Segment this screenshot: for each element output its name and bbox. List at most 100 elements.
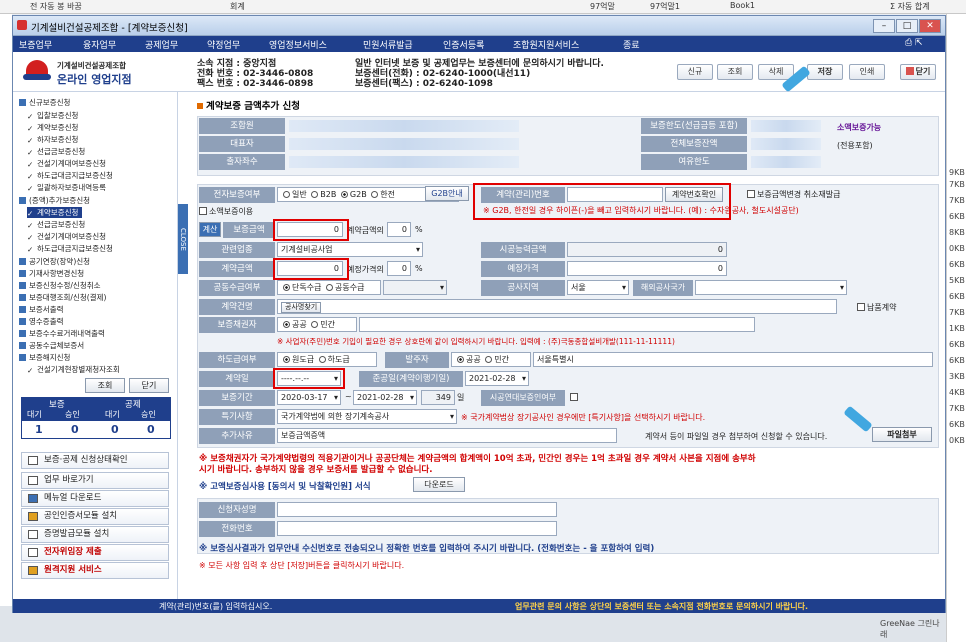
link-status-check[interactable]: 보증·공제 신청상태확인 [21, 452, 169, 469]
period-from-input[interactable]: 2020-03-17 [277, 390, 341, 405]
app-window: 기계설비건설공제조합 - [계약보증신청] – □ ✕ 보증업무 융자업무 공제… [12, 15, 946, 613]
applicant-input[interactable] [277, 502, 557, 517]
link-manual[interactable]: 메뉴얼 다운로드 [21, 490, 169, 507]
link-shortcut[interactable]: 업무 바로가기 [21, 472, 169, 489]
total-redacted [751, 138, 821, 150]
radio-orderer-public[interactable] [457, 356, 464, 363]
radio-orderer-private[interactable] [485, 356, 493, 363]
reason-input[interactable]: 보증금액증액 [277, 428, 617, 443]
radio-b2b[interactable] [311, 191, 319, 198]
phone-input[interactable] [277, 521, 557, 536]
sidebar-item[interactable]: ✓ 일괄하자보증내역등록 [27, 182, 106, 193]
minimize-icon[interactable]: – [873, 19, 895, 33]
search-button[interactable]: 조회 [717, 64, 753, 80]
sidebar-close-tab[interactable]: CLOSE [178, 204, 188, 274]
completion-input[interactable]: 2021-02-28 [465, 371, 529, 386]
sidebar-item[interactable]: (증액)추가보증신청 [19, 195, 90, 206]
menu-loan[interactable]: 융자업무 [83, 38, 116, 51]
cancel-change-option[interactable]: 보증금액변경 취소재발급 [747, 189, 841, 200]
sidebar-item[interactable]: 공기연장(장약)신청 [19, 256, 90, 267]
menu-mutual[interactable]: 공제업무 [145, 38, 178, 51]
window-titlebar[interactable]: 기계설비건설공제조합 - [계약보증신청] – □ ✕ [13, 16, 945, 36]
sidebar-item[interactable]: ✓ 선급금보증신청 [27, 219, 85, 230]
sidebar-item[interactable]: 보증서출력 [19, 304, 64, 315]
link-cert-module[interactable]: 공인인증서모듈 설치 [21, 508, 169, 525]
radio-single[interactable] [283, 284, 290, 291]
menu-cert[interactable]: 인증서등록 [443, 38, 484, 51]
sidebar-close-button[interactable]: 닫기 [129, 378, 169, 393]
est-price-input[interactable]: 0 [567, 261, 727, 276]
menu-civil[interactable]: 민원서류발급 [363, 38, 413, 51]
sidebar-item[interactable]: 보증대행조회/신청(결제) [19, 292, 106, 303]
overseas-select[interactable] [695, 280, 847, 295]
small-guarantee-checkbox[interactable] [199, 207, 207, 215]
sync-checkbox[interactable] [570, 393, 580, 403]
sidebar-item[interactable]: ✓ 건설기계대여보증신청 [27, 231, 106, 242]
small-guarantee-option[interactable]: 소액보증이용 [199, 206, 253, 217]
print-button[interactable]: 인쇄 [849, 64, 885, 80]
save-button[interactable]: 저장 [807, 64, 843, 80]
link-proof-module[interactable]: 증명발급모듈 설치 [21, 526, 169, 543]
sidebar-item[interactable]: 보증수수료거래내역출력 [19, 328, 105, 339]
joint-select[interactable] [383, 280, 447, 295]
radio-joint[interactable] [326, 284, 333, 291]
site-select[interactable]: 서울 [567, 280, 629, 295]
menu-exit[interactable]: 종료 [623, 38, 640, 51]
link-remote-support[interactable]: 원격지원 서비스 [21, 562, 169, 579]
menu-agreement[interactable]: 약정업무 [207, 38, 240, 51]
est-price-label: 예정가격 [481, 261, 565, 277]
contract-name-label: 계약건명 [199, 299, 275, 315]
period-to-input[interactable]: 2021-02-28 [353, 390, 417, 405]
ratio-input[interactable]: 0 [387, 222, 411, 237]
sidebar-item-active[interactable]: ✓ 계약보증신청 [27, 207, 83, 218]
delivery-option[interactable]: 납품계약 [857, 302, 896, 313]
sidebar-item[interactable]: 공동수급체보증서 [19, 340, 84, 351]
sidebar-item[interactable]: ✓ 선급금보증신청 [27, 146, 85, 157]
sidebar-search-button[interactable]: 조회 [85, 378, 125, 393]
cancel-change-checkbox[interactable] [747, 190, 755, 198]
size-label: 0KB [949, 436, 965, 445]
contract-name-find-button[interactable]: 공사명찾기 [281, 302, 322, 313]
menu-member[interactable]: 조합원지원서비스 [513, 38, 579, 51]
sidebar-item[interactable]: 신규보증신청 [19, 97, 70, 108]
est-ratio-input[interactable]: 0 [387, 261, 411, 276]
sidebar-item[interactable]: 영수증출력 [19, 316, 64, 327]
sidebar-item[interactable]: ✓ 하자보증신청 [27, 134, 78, 145]
download-button[interactable]: 다운로드 [413, 477, 465, 492]
close-button[interactable]: 닫기 [900, 64, 936, 80]
contract-name-input[interactable]: 공사명찾기 [277, 299, 837, 314]
menu-guarantee[interactable]: 보증업무 [19, 38, 52, 51]
obligee-input[interactable] [359, 317, 755, 332]
radio-private[interactable] [311, 321, 319, 328]
radio-general[interactable] [283, 191, 290, 198]
special-select[interactable]: 국가계약법에 의한 장기계속공사 [277, 409, 457, 424]
bg-text: 전 자동 봉 바꿈 [30, 2, 82, 11]
sidebar-item[interactable]: ✓ 계약보증신청 [27, 122, 78, 133]
sidebar-item[interactable]: 기재사항변경신청 [19, 268, 84, 279]
g2b-guide-button[interactable]: G2B안내 [425, 186, 469, 201]
calc-button[interactable]: 계산 [199, 222, 221, 237]
menu-info[interactable]: 영업정보서비스 [269, 38, 327, 51]
sidebar-item[interactable]: ✓ 입찰보증신청 [27, 110, 78, 121]
print-icon[interactable]: ⎙ ⇱ [905, 38, 923, 48]
radio-public[interactable] [283, 321, 290, 328]
sidebar-item[interactable]: ✓ 하도급대금지급보증신청 [27, 243, 113, 254]
industry-select[interactable]: 기계설비공사업 [277, 242, 423, 257]
delivery-checkbox[interactable] [857, 303, 865, 311]
new-button[interactable]: 신규 [677, 64, 713, 80]
attach-file-button[interactable]: 파일첨부 [872, 427, 932, 442]
link-e-proxy[interactable]: 전자위임장 제출 [21, 544, 169, 561]
sidebar-item[interactable]: ✓ 건설기계현장별재청자조회 [27, 364, 120, 375]
sidebar-item[interactable]: 보증신청수정/신청취소 [19, 280, 101, 291]
radio-prime[interactable] [283, 356, 290, 363]
orderer-input[interactable]: 서울특별시 [533, 352, 933, 367]
close-icon[interactable]: ✕ [919, 19, 941, 33]
sidebar-item[interactable]: 보증해지신청 [19, 352, 70, 363]
sidebar-item[interactable]: ✓ 건설기계대여보증신청 [27, 158, 106, 169]
radio-han[interactable] [371, 191, 379, 198]
period-label: 보증기간 [199, 390, 275, 406]
sidebar-item[interactable]: ✓ 하도급대금지급보증신청 [27, 170, 113, 181]
maximize-icon[interactable]: □ [896, 19, 918, 33]
radio-g2b[interactable] [340, 191, 348, 198]
radio-sub[interactable] [318, 356, 326, 363]
